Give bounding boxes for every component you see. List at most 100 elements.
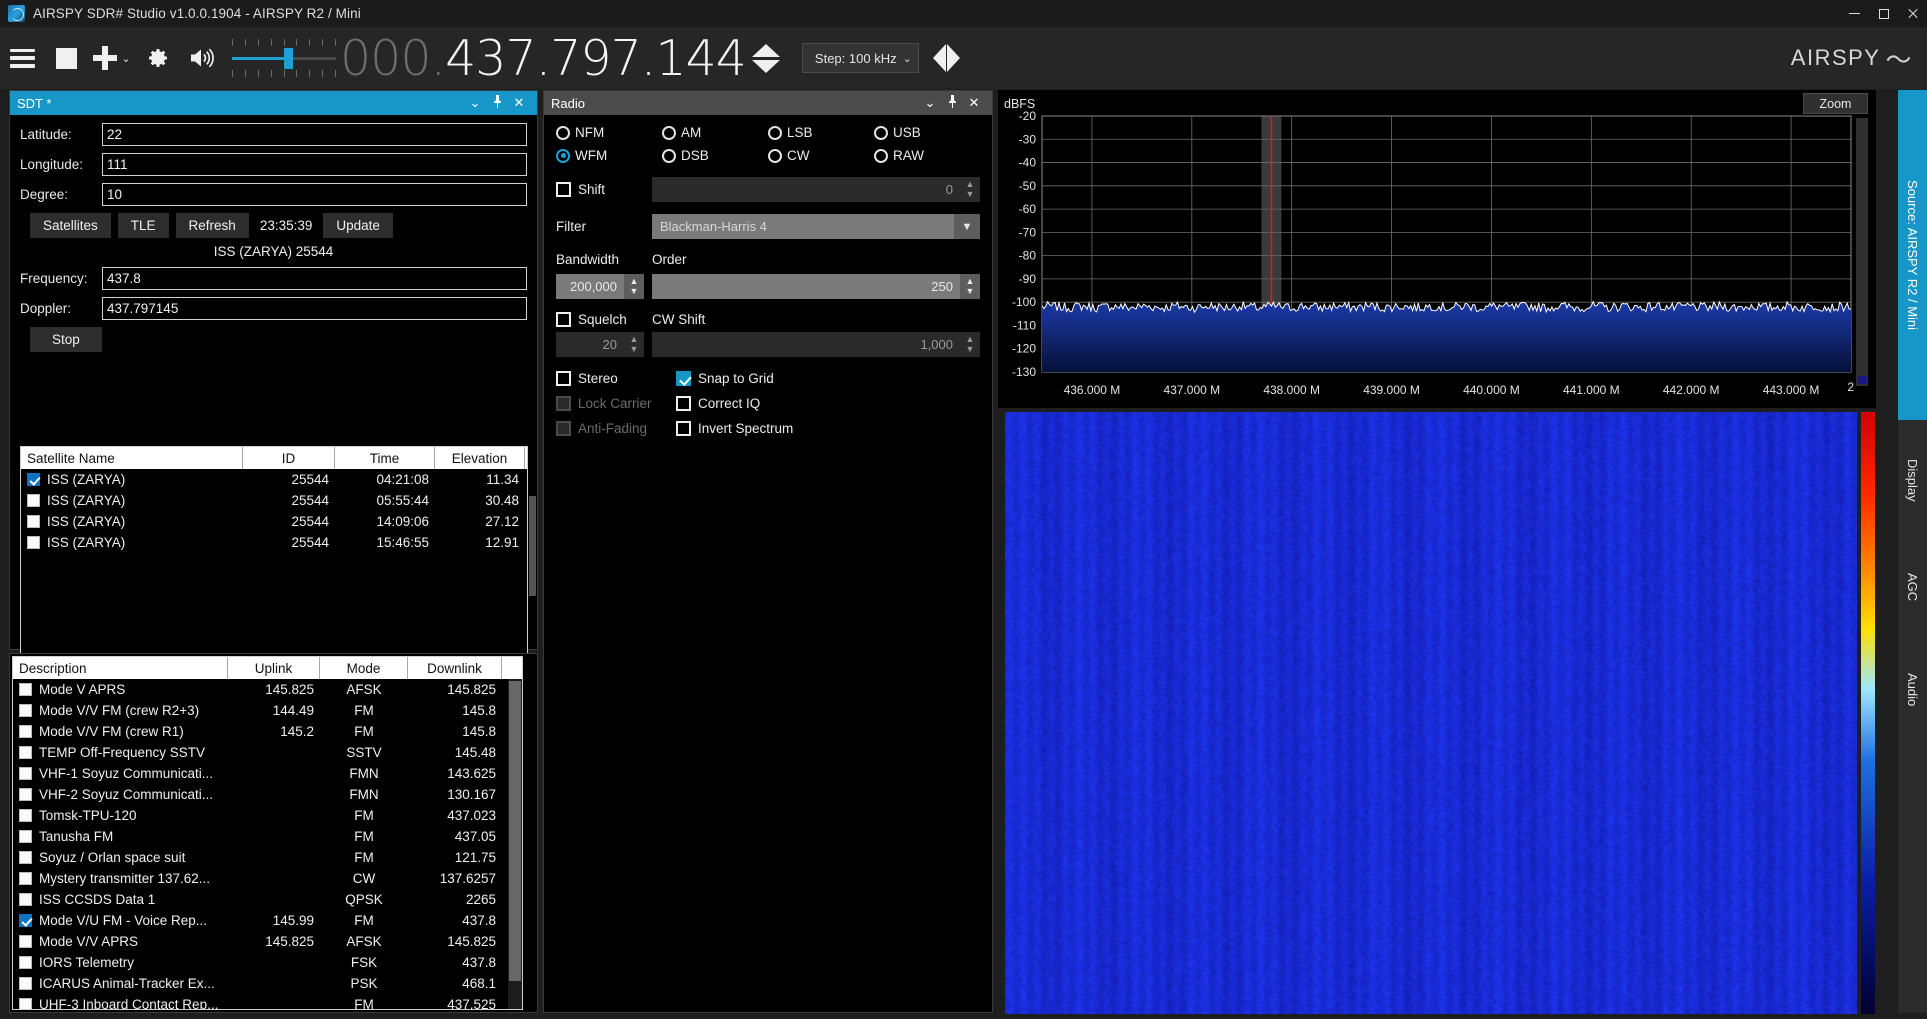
radio-button-indicator[interactable] xyxy=(556,125,570,140)
longitude-input[interactable] xyxy=(102,153,527,176)
zoom-slider-thumb[interactable] xyxy=(1857,376,1867,384)
row-checkbox[interactable] xyxy=(19,830,32,843)
col-satellite-name[interactable]: Satellite Name xyxy=(21,447,243,469)
mode-radio-usb[interactable]: USB xyxy=(874,125,980,140)
sdt-close-icon[interactable]: ✕ xyxy=(508,95,530,111)
col-uplink[interactable]: Uplink xyxy=(228,657,320,679)
table-row[interactable]: Tomsk-TPU-120 FM 437.023 xyxy=(13,805,522,826)
nav-previous-icon[interactable] xyxy=(932,44,946,72)
checkbox-box[interactable] xyxy=(556,371,571,386)
tle-button[interactable]: TLE xyxy=(117,213,169,238)
table-row[interactable]: ISS (ZARYA) 25544 15:46:55 12.91 xyxy=(21,532,527,553)
volume-button[interactable] xyxy=(180,33,224,83)
sdt-pin-icon[interactable] xyxy=(486,95,508,111)
checkbox-snap-to-grid[interactable]: Snap to Grid xyxy=(676,371,980,386)
mode-radio-lsb[interactable]: LSB xyxy=(768,125,874,140)
squelch-value[interactable]: 20 xyxy=(556,332,624,357)
radio-button-indicator[interactable] xyxy=(768,148,782,163)
row-checkbox[interactable] xyxy=(19,956,32,969)
row-checkbox[interactable] xyxy=(19,977,32,990)
cw-shift-value[interactable]: 1,000 xyxy=(652,332,960,357)
add-button[interactable] xyxy=(88,33,122,83)
transponders-scroll-thumb[interactable] xyxy=(509,681,521,981)
mode-radio-cw[interactable]: CW xyxy=(768,148,874,163)
stop-button[interactable] xyxy=(44,33,88,83)
table-row[interactable]: Mode V APRS 145.825 AFSK 145.825 xyxy=(13,679,522,700)
frequency-nav-buttons[interactable] xyxy=(932,44,960,72)
frequency-up-icon[interactable] xyxy=(751,43,780,57)
radio-button-indicator[interactable] xyxy=(768,125,782,140)
row-checkbox[interactable] xyxy=(19,809,32,822)
radio-close-icon[interactable]: ✕ xyxy=(963,95,985,111)
sdt-panel-scrollbar[interactable] xyxy=(529,116,536,647)
mode-radio-raw[interactable]: RAW xyxy=(874,148,980,163)
col-description[interactable]: Description xyxy=(13,657,228,679)
col-id[interactable]: ID xyxy=(243,447,335,469)
col-time[interactable]: Time xyxy=(335,447,435,469)
row-checkbox[interactable] xyxy=(19,746,32,759)
radio-button-indicator[interactable] xyxy=(874,148,888,163)
cw-shift-stepper[interactable]: 1,000 ▲ ▼ xyxy=(652,332,980,357)
cw-shift-stepper-arrows[interactable]: ▲ ▼ xyxy=(960,332,980,357)
step-size-select[interactable]: Step: 100 kHz ⌄ xyxy=(801,43,919,73)
row-checkbox[interactable] xyxy=(19,935,32,948)
doppler-input[interactable] xyxy=(102,297,527,320)
row-checkbox[interactable] xyxy=(19,788,32,801)
order-stepper[interactable]: 250 ▲ ▼ xyxy=(652,274,980,299)
table-row[interactable]: TEMP Off-Frequency SSTV SSTV 145.48 xyxy=(13,742,522,763)
radio-button-indicator[interactable] xyxy=(874,125,888,140)
satellites-button[interactable]: Satellites xyxy=(30,213,111,238)
bandwidth-stepper[interactable]: 200,000 ▲ ▼ xyxy=(556,274,644,299)
shift-value[interactable]: 0 xyxy=(652,177,960,202)
squelch-stepper[interactable]: 20 ▲ ▼ xyxy=(556,332,644,357)
minimize-button[interactable] xyxy=(1840,0,1869,27)
table-row[interactable]: ISS (ZARYA) 25544 05:55:44 30.48 xyxy=(21,490,527,511)
row-checkbox[interactable] xyxy=(19,872,32,885)
nav-next-icon[interactable] xyxy=(946,44,960,72)
frequency-khz[interactable]: 797 xyxy=(550,34,642,83)
radio-pin-icon[interactable] xyxy=(941,95,963,111)
frequency-display[interactable]: 000 . 437 . 797 . 144 xyxy=(340,34,747,83)
bandwidth-value[interactable]: 200,000 xyxy=(556,274,624,299)
frequency-mhz[interactable]: 437 xyxy=(445,34,537,83)
table-row[interactable]: Mystery transmitter 137.62... CW 137.6257 xyxy=(13,868,522,889)
table-row[interactable]: Mode V/U FM - Voice Rep... 145.99 FM 437.8 xyxy=(13,910,522,931)
zoom-button[interactable]: Zoom xyxy=(1803,93,1868,114)
sdt-scroll-thumb[interactable] xyxy=(529,496,536,596)
tab-audio[interactable]: Audio xyxy=(1898,635,1927,745)
shift-checkbox[interactable]: Shift xyxy=(556,182,652,197)
row-checkbox[interactable] xyxy=(27,494,40,507)
refresh-button[interactable]: Refresh xyxy=(175,213,249,238)
menu-button[interactable] xyxy=(0,33,44,83)
order-stepper-arrows[interactable]: ▲ ▼ xyxy=(960,274,980,299)
row-checkbox[interactable] xyxy=(19,725,32,738)
maximize-button[interactable] xyxy=(1869,0,1898,27)
row-checkbox[interactable] xyxy=(19,767,32,780)
spectrum-analyzer[interactable]: dBFS -20 -30 -40 -50 -60 -70 -80 -90 -100 -110 -120… xyxy=(998,90,1876,408)
squelch-stepper-arrows[interactable]: ▲ ▼ xyxy=(624,332,644,357)
degree-input[interactable] xyxy=(102,183,527,206)
latitude-input[interactable] xyxy=(102,123,527,146)
squelch-checkbox[interactable]: Squelch xyxy=(556,312,652,327)
table-row[interactable]: Soyuz / Orlan space suit FM 121.75 xyxy=(13,847,522,868)
shift-stepper-arrows[interactable]: ▲ ▼ xyxy=(960,177,980,202)
table-row[interactable]: Mode V/V FM (crew R1) 145.2 FM 145.8 xyxy=(13,721,522,742)
row-checkbox[interactable] xyxy=(19,851,32,864)
shift-checkbox-box[interactable] xyxy=(556,182,571,197)
radio-collapse-icon[interactable]: ⌄ xyxy=(919,95,941,111)
frequency-stepper[interactable] xyxy=(751,43,780,73)
tab-display[interactable]: Display xyxy=(1898,420,1927,540)
spectrum-plot[interactable]: dBFS-20-30-40-50-60-70-80-90-100-110-120… xyxy=(998,90,1876,408)
row-checkbox[interactable] xyxy=(19,893,32,906)
volume-thumb[interactable] xyxy=(284,48,293,69)
table-row[interactable]: ISS (ZARYA) 25544 14:09:06 27.12 xyxy=(21,511,527,532)
tab-source-airspy-r2-mini[interactable]: Source: AIRSPY R2 / Mini xyxy=(1898,90,1927,420)
transponders-scrollbar[interactable] xyxy=(508,679,522,1009)
waterfall-colorbar[interactable] xyxy=(1861,412,1875,1014)
row-checkbox[interactable] xyxy=(19,683,32,696)
waterfall-display[interactable] xyxy=(1005,412,1857,1014)
radio-button-indicator[interactable] xyxy=(662,148,676,163)
settings-button[interactable] xyxy=(136,33,180,83)
shift-stepper[interactable]: 0 ▲ ▼ xyxy=(652,177,980,202)
radio-button-indicator[interactable] xyxy=(556,148,570,163)
